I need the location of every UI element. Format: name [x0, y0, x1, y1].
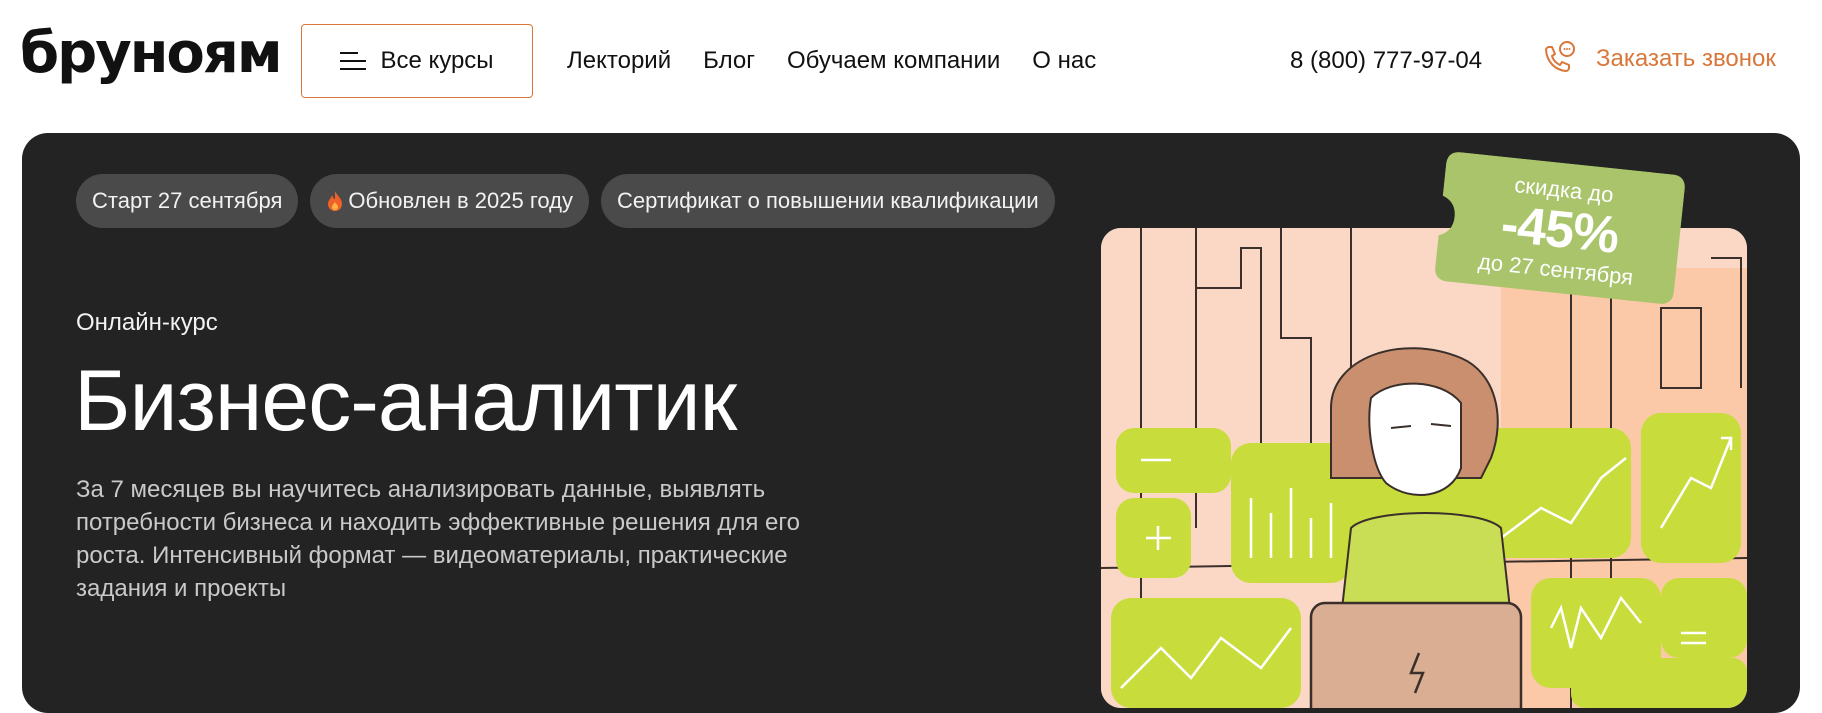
nav-item-about[interactable]: О нас — [1032, 42, 1096, 80]
nav-item-lectorium[interactable]: Лекторий — [567, 42, 671, 80]
discount-badge: скидка до -45% до 27 сентября — [1434, 151, 1686, 305]
logo[interactable]: бруноям — [20, 22, 283, 86]
nav-item-blog[interactable]: Блог — [703, 42, 755, 80]
chip-updated-label: Обновлен в 2025 году — [348, 188, 573, 213]
hero-card: Старт 27 сентября Обновлен в 2025 году С… — [22, 133, 1800, 713]
all-courses-label: Все курсы — [380, 47, 494, 74]
callback-label: Заказать звонок — [1596, 45, 1776, 72]
chip-certificate-label: Сертификат о повышении квалификации — [616, 188, 1039, 213]
burger-menu-icon — [340, 51, 367, 71]
page-title: Бизнес-аналитик — [74, 353, 737, 449]
fire-icon — [328, 191, 343, 211]
main-nav: Лекторий Блог Обучаем компании О нас — [567, 42, 1096, 80]
callback-button[interactable]: Заказать звонок — [1540, 40, 1776, 78]
phone-chat-icon — [1545, 41, 1575, 72]
site-header: бруноям Все курсы Лекторий Блог Обучаем … — [0, 0, 1822, 133]
phone-number[interactable]: 8 (800) 777-97-04 — [1290, 42, 1482, 80]
all-courses-button[interactable]: Все курсы — [301, 24, 533, 98]
hero-chips: Старт 27 сентября Обновлен в 2025 году С… — [76, 174, 1055, 228]
course-description: За 7 месяцев вы научитесь анализировать … — [76, 476, 800, 602]
chip-certificate: Сертификат о повышении квалификации — [600, 174, 1055, 228]
course-type: Онлайн-курс — [76, 309, 218, 336]
chip-start-date: Старт 27 сентября — [76, 174, 299, 228]
chip-updated: Обновлен в 2025 году — [310, 174, 589, 228]
nav-item-business[interactable]: Обучаем компании — [787, 42, 1000, 80]
chip-start-date-label: Старт 27 сентября — [92, 188, 283, 213]
